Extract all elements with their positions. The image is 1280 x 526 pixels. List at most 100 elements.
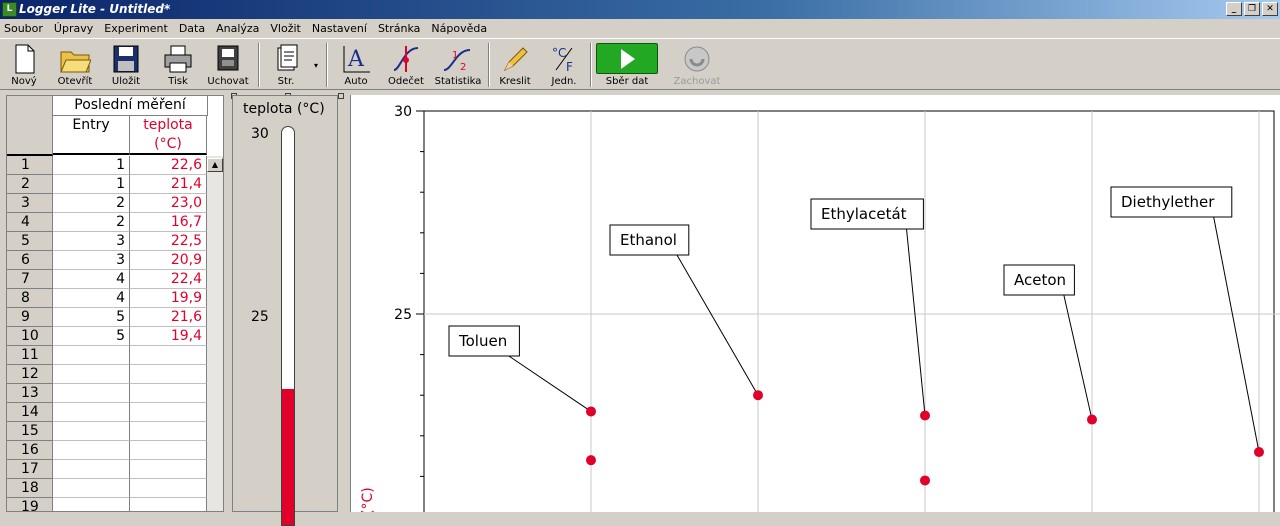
cell-entry[interactable]: 3 [53, 251, 130, 270]
cell-entry[interactable]: 3 [53, 232, 130, 251]
row-number[interactable]: 12 [7, 365, 53, 384]
cell-teplota[interactable] [130, 403, 207, 422]
store-button[interactable]: Uchovat [204, 42, 252, 88]
cell-teplota[interactable] [130, 365, 207, 384]
row-number[interactable]: 8 [7, 289, 53, 308]
table-row[interactable]: 4 2 16,7 [7, 213, 207, 232]
menu-nastaveni[interactable]: Nastavení [312, 22, 367, 35]
row-number[interactable]: 18 [7, 479, 53, 498]
cell-entry[interactable]: 5 [53, 327, 130, 346]
table-row[interactable]: 19 [7, 498, 207, 511]
row-number[interactable]: 13 [7, 384, 53, 403]
data-point[interactable] [753, 390, 763, 401]
table-row[interactable]: 10 5 19,4 [7, 327, 207, 346]
cell-entry[interactable]: 2 [53, 194, 130, 213]
cell-entry[interactable] [53, 441, 130, 460]
row-number[interactable]: 11 [7, 346, 53, 365]
cell-entry[interactable] [53, 365, 130, 384]
menu-vlozit[interactable]: Vložit [270, 22, 300, 35]
restore-button[interactable]: ❐ [1244, 2, 1260, 16]
page-button[interactable]: Str. [264, 42, 308, 88]
menu-stranka[interactable]: Stránka [378, 22, 420, 35]
draw-button[interactable]: Kreslit [494, 42, 536, 88]
column-header-teplota[interactable]: teplota (°C) [130, 116, 207, 155]
minimize-button[interactable]: _ [1226, 2, 1242, 16]
table-scrollbar[interactable]: ▲ [207, 156, 223, 511]
cell-teplota[interactable]: 20,9 [130, 251, 207, 270]
row-number[interactable]: 19 [7, 498, 53, 511]
data-point[interactable] [586, 406, 596, 417]
row-number[interactable]: 14 [7, 403, 53, 422]
cell-teplota[interactable] [130, 460, 207, 479]
cell-teplota[interactable] [130, 479, 207, 498]
row-number[interactable]: 17 [7, 460, 53, 479]
cell-teplota[interactable] [130, 422, 207, 441]
table-row[interactable]: 16 [7, 441, 207, 460]
row-number[interactable]: 6 [7, 251, 53, 270]
data-point[interactable] [920, 410, 930, 421]
table-row[interactable]: 17 [7, 460, 207, 479]
thermometer-meter[interactable]: teplota (°C) 30 25 [232, 95, 338, 526]
cell-teplota[interactable]: 21,4 [130, 175, 207, 194]
table-row[interactable]: 9 5 21,6 [7, 308, 207, 327]
row-number[interactable]: 7 [7, 270, 53, 289]
units-button[interactable]: °C F Jedn. [542, 42, 586, 88]
statistics-button[interactable]: 12 Statistika [434, 42, 482, 88]
column-header-entry[interactable]: Entry [53, 116, 130, 155]
table-row[interactable]: 8 4 19,9 [7, 289, 207, 308]
row-number[interactable]: 10 [7, 327, 53, 346]
autoscale-button[interactable]: A Auto [334, 42, 378, 88]
cell-teplota[interactable]: 21,6 [130, 308, 207, 327]
cell-entry[interactable] [53, 384, 130, 403]
cell-teplota[interactable] [130, 346, 207, 365]
menu-soubor[interactable]: Soubor [4, 22, 43, 35]
table-row[interactable]: 12 [7, 365, 207, 384]
table-row[interactable]: 3 2 23,0 [7, 194, 207, 213]
cell-teplota[interactable]: 22,6 [130, 156, 207, 175]
row-number[interactable]: 1 [7, 156, 53, 175]
data-point[interactable] [586, 455, 596, 466]
collect-button[interactable]: Sběr dat [596, 42, 658, 88]
table-row[interactable]: 1 1 22,6 [7, 156, 207, 175]
cell-teplota[interactable]: 19,4 [130, 327, 207, 346]
table-row[interactable]: 13 [7, 384, 207, 403]
table-row[interactable]: 11 [7, 346, 207, 365]
cell-teplota[interactable] [130, 498, 207, 511]
cell-teplota[interactable] [130, 384, 207, 403]
menu-experiment[interactable]: Experiment [104, 22, 168, 35]
examine-button[interactable]: Odečet [384, 42, 428, 88]
menu-napoveda[interactable]: Nápověda [431, 22, 487, 35]
row-number[interactable]: 9 [7, 308, 53, 327]
table-row[interactable]: 2 1 21,4 [7, 175, 207, 194]
cell-entry[interactable]: 4 [53, 270, 130, 289]
row-number[interactable]: 15 [7, 422, 53, 441]
graph[interactable]: 30 25 (°C) Toluen Ethanol Ethylacetát Aceton Di… [350, 95, 1280, 512]
resize-handle[interactable] [338, 93, 344, 99]
table-row[interactable]: 5 3 22,5 [7, 232, 207, 251]
open-button[interactable]: Otevřít [52, 42, 98, 88]
close-button[interactable]: ✕ [1262, 2, 1278, 16]
cell-entry[interactable]: 1 [53, 156, 130, 175]
cell-teplota[interactable]: 22,4 [130, 270, 207, 289]
cell-teplota[interactable]: 19,9 [130, 289, 207, 308]
table-row[interactable]: 18 [7, 479, 207, 498]
cell-teplota[interactable]: 16,7 [130, 213, 207, 232]
row-number[interactable]: 5 [7, 232, 53, 251]
cell-entry[interactable] [53, 460, 130, 479]
save-button[interactable]: Uložit [106, 42, 146, 88]
table-row[interactable]: 14 [7, 403, 207, 422]
cell-entry[interactable]: 4 [53, 289, 130, 308]
row-number[interactable]: 2 [7, 175, 53, 194]
row-number[interactable]: 4 [7, 213, 53, 232]
menu-analyza[interactable]: Analýza [216, 22, 259, 35]
scatter-chart[interactable]: 30 25 (°C) Toluen Ethanol Ethylacetát Aceton Di… [351, 95, 1280, 512]
cell-teplota[interactable] [130, 441, 207, 460]
table-dataset-header[interactable]: Poslední měření [53, 96, 208, 116]
keep-button[interactable]: Zachovat [670, 42, 724, 88]
table-row[interactable]: 6 3 20,9 [7, 251, 207, 270]
cell-entry[interactable]: 5 [53, 308, 130, 327]
table-row[interactable]: 15 [7, 422, 207, 441]
menu-upravy[interactable]: Úpravy [54, 22, 93, 35]
cell-entry[interactable] [53, 498, 130, 511]
data-point[interactable] [920, 475, 930, 486]
